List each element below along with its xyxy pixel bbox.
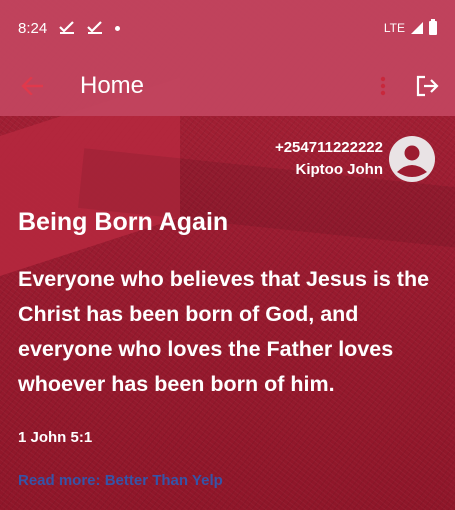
status-time: 8:24: [18, 19, 48, 37]
back-button[interactable]: [4, 56, 60, 116]
network-label: LTE: [383, 21, 405, 35]
logout-icon: [416, 75, 439, 97]
page-title: Home: [80, 72, 145, 99]
app-bar: Home: [0, 56, 455, 116]
user-name: Kiptoo John: [295, 161, 383, 178]
verse-reference: 1 John 5:1: [18, 429, 93, 446]
status-bar: 8:24 LTE: [0, 0, 455, 56]
arrow-left-icon: [21, 77, 43, 95]
read-more-link[interactable]: Read more: Better Than Yelp: [18, 472, 223, 489]
signal-icon: [411, 22, 423, 34]
battery-icon: [429, 19, 437, 35]
avatar-icon: [389, 136, 435, 182]
notification-dot-icon: [115, 25, 121, 31]
check-icon: [59, 20, 75, 37]
more-vert-icon: [380, 76, 386, 96]
logout-button[interactable]: [399, 56, 455, 116]
verse-text: Everyone who believes that Jesus is the …: [18, 267, 430, 396]
user-phone: +254711222222: [274, 139, 383, 156]
check-icon: [87, 20, 103, 37]
user-profile[interactable]: +254711222222 Kiptoo John: [275, 136, 435, 182]
verse-title: Being Born Again: [18, 208, 229, 236]
overflow-menu-button[interactable]: [367, 56, 399, 116]
